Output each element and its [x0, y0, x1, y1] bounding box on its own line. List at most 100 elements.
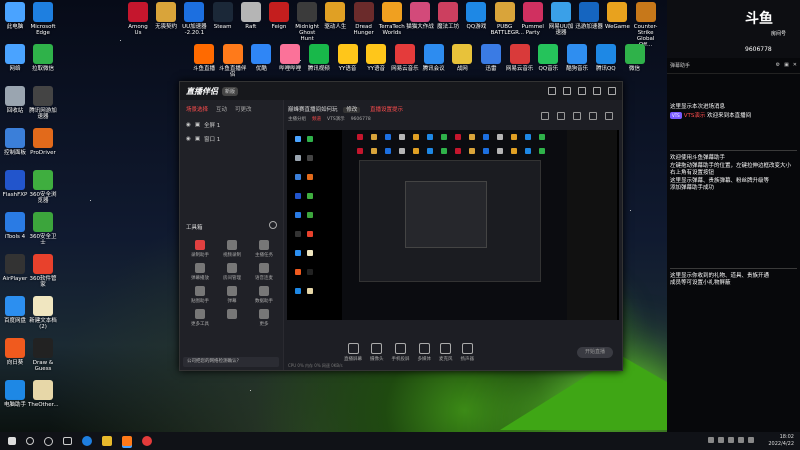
tool-item[interactable]: 房间管理: [216, 263, 248, 281]
desktop-icon[interactable]: 网易云音乐: [506, 44, 534, 72]
tool-item[interactable]: 更多工具: [184, 309, 216, 327]
chat-lock-icon[interactable]: ▣: [784, 62, 789, 69]
desktop-icon[interactable]: iTools 4: [0, 212, 30, 240]
danmaku-assistant-panel[interactable]: 斗鱼 房间号 9606778 弹幕助手 ⚙ ▣ ✕ 这里显示本次进场消息 VTS…: [667, 0, 800, 432]
tool-item[interactable]: 弹幕: [216, 286, 248, 304]
toolbox-settings-icon[interactable]: [269, 221, 277, 229]
desktop-icon[interactable]: 迅雷: [477, 44, 505, 72]
desktop-icon[interactable]: 微信: [621, 44, 649, 72]
chat-tab-label[interactable]: 弹幕助手: [670, 62, 690, 69]
desktop-icon[interactable]: Counter-Strike Global Off...: [632, 2, 660, 48]
desktop-icon[interactable]: 360软件管家: [28, 254, 58, 288]
desktop-icon[interactable]: 此电脑: [0, 2, 30, 30]
desktop-icon[interactable]: 哔哩哔哩: [276, 44, 304, 72]
desktop-icon[interactable]: TheOther...: [28, 380, 59, 408]
desktop-icon[interactable]: Pummel Party: [519, 2, 547, 36]
desktop-icon[interactable]: ProDriver: [28, 128, 58, 156]
desktop-icon[interactable]: 优酷: [247, 44, 275, 72]
toolbar-button[interactable]: 摄像头: [370, 343, 384, 362]
desktop-icon[interactable]: Microsoft Edge: [28, 2, 58, 36]
scene-item[interactable]: ◉ ▣ 窗口 1: [180, 132, 283, 146]
tool-item[interactable]: 弹幕播放: [184, 263, 216, 281]
tool-item[interactable]: 视频录制: [216, 240, 248, 258]
settings-icon[interactable]: [573, 112, 581, 120]
desktop-icon[interactable]: 回收站: [0, 86, 30, 114]
fullscreen-icon[interactable]: [557, 112, 565, 120]
stream-meta-item[interactable]: 频道: [312, 117, 321, 122]
explorer-taskbar-icon[interactable]: [102, 436, 112, 446]
tray-icon[interactable]: [718, 437, 724, 443]
desktop-icon[interactable]: Draw & Guess: [28, 338, 58, 372]
maximize-icon[interactable]: [593, 87, 601, 95]
desktop-icon[interactable]: 新建文本档(2): [28, 296, 58, 330]
stream-meta-item[interactable]: 主播分组: [288, 117, 306, 122]
edge-taskbar-icon[interactable]: [82, 436, 92, 446]
desktop-icon[interactable]: 驱动人生: [321, 2, 349, 30]
chat-settings-icon[interactable]: ⚙: [776, 62, 780, 69]
network-icon[interactable]: [738, 437, 744, 443]
tool-item[interactable]: 贴图助手: [184, 286, 216, 304]
desktop-icon[interactable]: FlashFXP: [0, 170, 30, 198]
tool-item[interactable]: 录制助手: [184, 240, 216, 258]
cortana-icon[interactable]: [44, 436, 53, 446]
desktop-icon[interactable]: Steam: [209, 2, 237, 30]
stream-preview[interactable]: [287, 130, 619, 320]
volume-icon[interactable]: [748, 437, 754, 443]
stream-settings-hint[interactable]: 直播设置提示: [370, 107, 403, 113]
desktop-icon[interactable]: 魔法工坊: [434, 2, 462, 30]
toolbar-button[interactable]: 麦克风: [439, 343, 453, 362]
desktop-icon[interactable]: AirPlayer: [0, 254, 30, 282]
menu-icon[interactable]: [563, 87, 571, 95]
clock[interactable]: 18:02 2022/4/22: [768, 434, 794, 448]
desktop-icon[interactable]: 无畏契约: [152, 2, 180, 30]
left-tab[interactable]: 场景选择: [186, 105, 208, 113]
desktop-icon[interactable]: PUBG BATTLEGR...: [491, 2, 524, 36]
desktop-icon[interactable]: 360安全浏览器: [28, 170, 58, 204]
tray-icon[interactable]: [708, 437, 714, 443]
desktop-icon[interactable]: 网易UU加速器: [547, 2, 575, 36]
toolbar-button[interactable]: 手机投屏: [392, 343, 410, 362]
network-notice[interactable]: 公司把您的网络检测确认？: [183, 357, 279, 367]
scene-item[interactable]: ◉ ▣ 全屏 1: [180, 118, 283, 132]
desktop-icon[interactable]: 网络: [0, 44, 30, 72]
live-companion-taskbar-icon[interactable]: [122, 436, 132, 446]
task-view-icon[interactable]: [63, 437, 72, 445]
share-icon[interactable]: [541, 112, 549, 120]
close-icon[interactable]: [608, 87, 616, 95]
desktop-icon[interactable]: 战网: [448, 44, 476, 72]
layout-icon[interactable]: [589, 112, 597, 120]
eye-icon[interactable]: ◉: [186, 136, 191, 142]
toolbar-button[interactable]: 多媒体: [418, 343, 431, 362]
desktop-icon[interactable]: QQ音乐: [534, 44, 562, 72]
desktop-icon[interactable]: 电脑助手: [0, 380, 30, 408]
desktop-icon[interactable]: 腾讯视频: [305, 44, 333, 72]
left-tab[interactable]: 互动: [216, 105, 227, 113]
desktop-icon[interactable]: YY语音: [334, 44, 362, 72]
desktop-icon[interactable]: Feign: [265, 2, 293, 30]
title-bar[interactable]: 直播伴侣 新版: [180, 82, 622, 100]
tool-item[interactable]: 更多: [248, 309, 280, 327]
windows-start-icon[interactable]: [8, 437, 16, 445]
start-stream-button[interactable]: 开始直播: [577, 347, 613, 358]
desktop-icon[interactable]: Raft: [237, 2, 265, 30]
tool-item[interactable]: 数据助手: [248, 286, 280, 304]
desktop-icon[interactable]: 向日葵: [0, 338, 30, 366]
avatar-icon[interactable]: [548, 87, 556, 95]
desktop-icon[interactable]: 斗鱼直播伴侣: [219, 44, 247, 78]
lock-icon[interactable]: ▣: [195, 136, 200, 142]
desktop-icon[interactable]: Dread Hunger: [350, 2, 378, 36]
eye-icon[interactable]: ◉: [186, 122, 191, 128]
lock-icon[interactable]: ▣: [195, 122, 200, 128]
desktop-icon[interactable]: 腾讯会议: [420, 44, 448, 72]
tool-item[interactable]: 主播任务: [248, 240, 280, 258]
pin-icon[interactable]: [605, 112, 613, 120]
desktop-icon[interactable]: 酷狗音乐: [563, 44, 591, 72]
desktop-icon[interactable]: 斗鱼直播: [190, 44, 218, 72]
netease-music-taskbar-icon[interactable]: [142, 436, 152, 446]
desktop-icon[interactable]: TerraTech Worlds: [378, 2, 406, 36]
desktop-icon[interactable]: 迅游加速器: [575, 2, 603, 30]
desktop-icon[interactable]: QQ游戏: [462, 2, 490, 30]
desktop-icon[interactable]: 控制面板: [0, 128, 30, 156]
desktop-icon[interactable]: 腾讯网游加速器: [28, 86, 58, 120]
desktop-icon[interactable]: 腾讯QQ: [592, 44, 620, 72]
